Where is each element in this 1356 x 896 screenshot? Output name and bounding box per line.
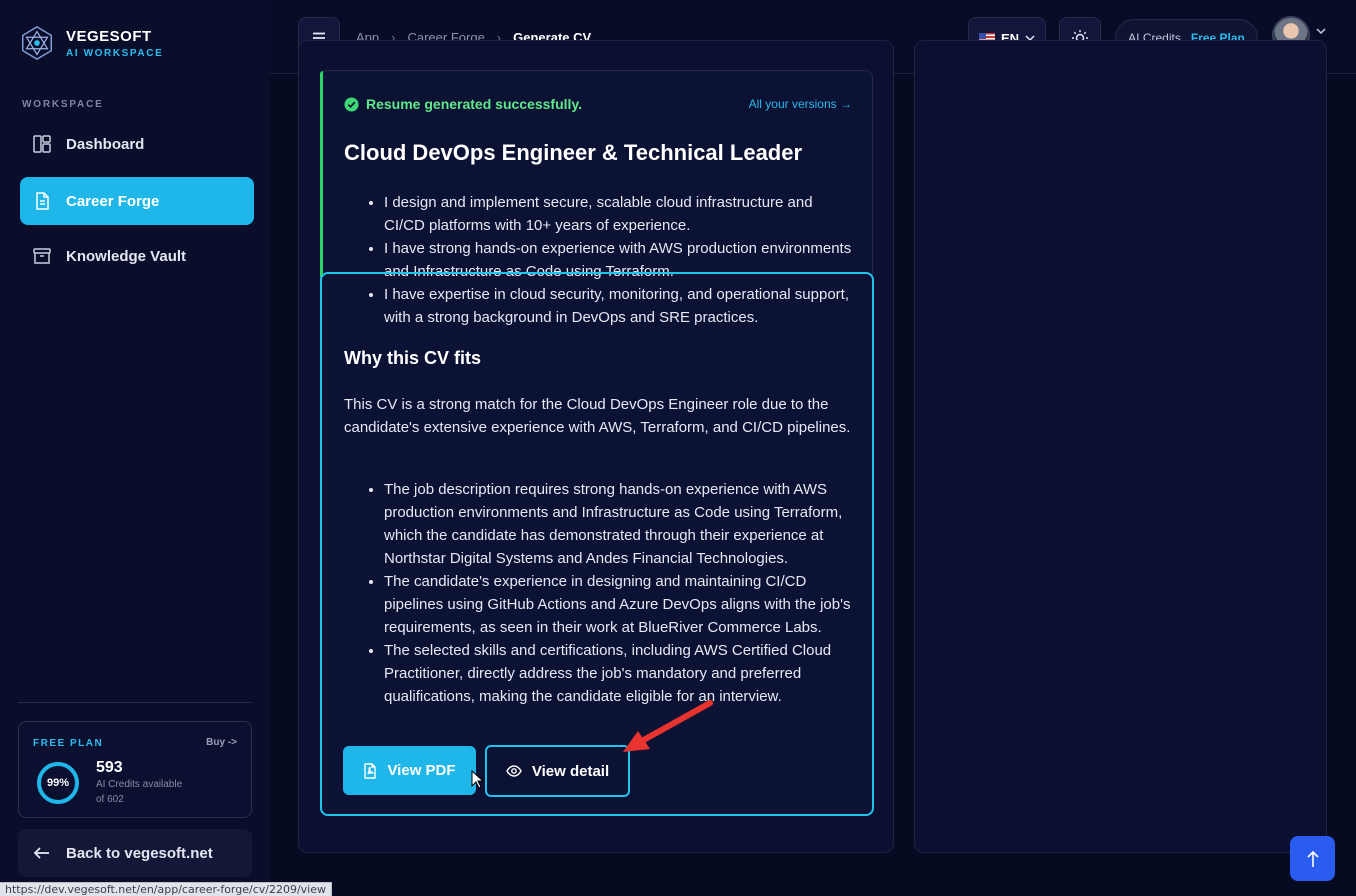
archive-icon xyxy=(33,248,51,264)
view-pdf-button[interactable]: View PDF xyxy=(343,746,476,795)
sidebar-item-knowledge-vault[interactable]: Knowledge Vault xyxy=(20,232,254,280)
all-versions-link[interactable]: All your versions → xyxy=(749,97,852,111)
arrow-left-icon xyxy=(33,847,49,859)
cv-result-card: Resume generated successfully. All your … xyxy=(320,70,873,816)
why-fits-list: The job description requires strong hand… xyxy=(384,478,854,708)
success-text: Resume generated successfully. xyxy=(366,96,583,112)
plan-title: FREE PLAN xyxy=(33,738,104,749)
sidebar-item-label: Career Forge xyxy=(66,192,160,210)
brand[interactable]: VEGESOFT AI WORKSPACE xyxy=(18,24,163,62)
summary-list: I design and implement secure, scalable … xyxy=(384,191,854,329)
vegesoft-logo-icon xyxy=(21,25,53,61)
document-icon xyxy=(36,192,49,210)
list-item: The job description requires strong hand… xyxy=(384,478,854,570)
plan-card: FREE PLAN Buy -> 99% 593 AI Credits avai… xyxy=(18,721,252,818)
list-item: The candidate's experience in designing … xyxy=(384,570,854,639)
credits-percent: 99% xyxy=(46,777,70,789)
list-item: I have expertise in cloud security, moni… xyxy=(384,283,854,329)
credits-count: 593 xyxy=(96,759,123,776)
list-item: I have strong hands-on experience with A… xyxy=(384,237,854,283)
sidebar-divider xyxy=(18,702,252,703)
mouse-cursor-icon xyxy=(471,770,484,789)
workspace-section-label: WORKSPACE xyxy=(22,99,104,110)
buy-link[interactable]: Buy -> xyxy=(206,737,237,748)
list-item: The selected skills and certifications, … xyxy=(384,639,854,708)
sidebar-item-label: Dashboard xyxy=(66,135,145,153)
view-detail-button[interactable]: View detail xyxy=(485,745,630,797)
brand-name: VEGESOFT xyxy=(66,27,152,45)
chevron-down-icon[interactable] xyxy=(1316,28,1326,34)
check-circle-icon xyxy=(344,96,359,112)
view-detail-label: View detail xyxy=(531,762,610,780)
credits-line: AI Credits available xyxy=(96,779,183,790)
sidebar-item-career-forge[interactable]: Career Forge xyxy=(20,177,254,225)
why-fits-heading: Why this CV fits xyxy=(344,348,482,368)
credits-description: AI Credits available of 602 xyxy=(96,777,196,807)
sidebar: VEGESOFT AI WORKSPACE WORKSPACE Dashboar… xyxy=(0,0,270,896)
dashboard-icon xyxy=(33,135,51,153)
sidebar-item-label: Knowledge Vault xyxy=(66,247,187,265)
browser-status-url: https://dev.vegesoft.net/en/app/career-f… xyxy=(0,882,332,896)
scroll-to-top-button[interactable] xyxy=(1290,836,1335,881)
why-fits-paragraph: This CV is a strong match for the Cloud … xyxy=(344,396,851,436)
back-link-label: Back to vegesoft.net xyxy=(66,844,213,862)
back-to-site-link[interactable]: Back to vegesoft.net xyxy=(18,829,252,877)
credits-total: of 602 xyxy=(96,794,124,805)
view-pdf-label: View PDF xyxy=(387,762,456,779)
eye-icon xyxy=(506,765,522,777)
side-panel xyxy=(914,40,1327,853)
success-message: Resume generated successfully. xyxy=(344,96,582,112)
sidebar-item-dashboard[interactable]: Dashboard xyxy=(20,120,254,168)
arrow-up-icon xyxy=(1306,850,1319,867)
success-accent-bar xyxy=(320,71,323,277)
cv-title: Cloud DevOps Engineer & Technical Leader xyxy=(344,140,803,165)
list-item: I design and implement secure, scalable … xyxy=(384,191,854,237)
brand-subtitle: AI WORKSPACE xyxy=(66,47,164,59)
pdf-file-icon xyxy=(364,762,377,779)
